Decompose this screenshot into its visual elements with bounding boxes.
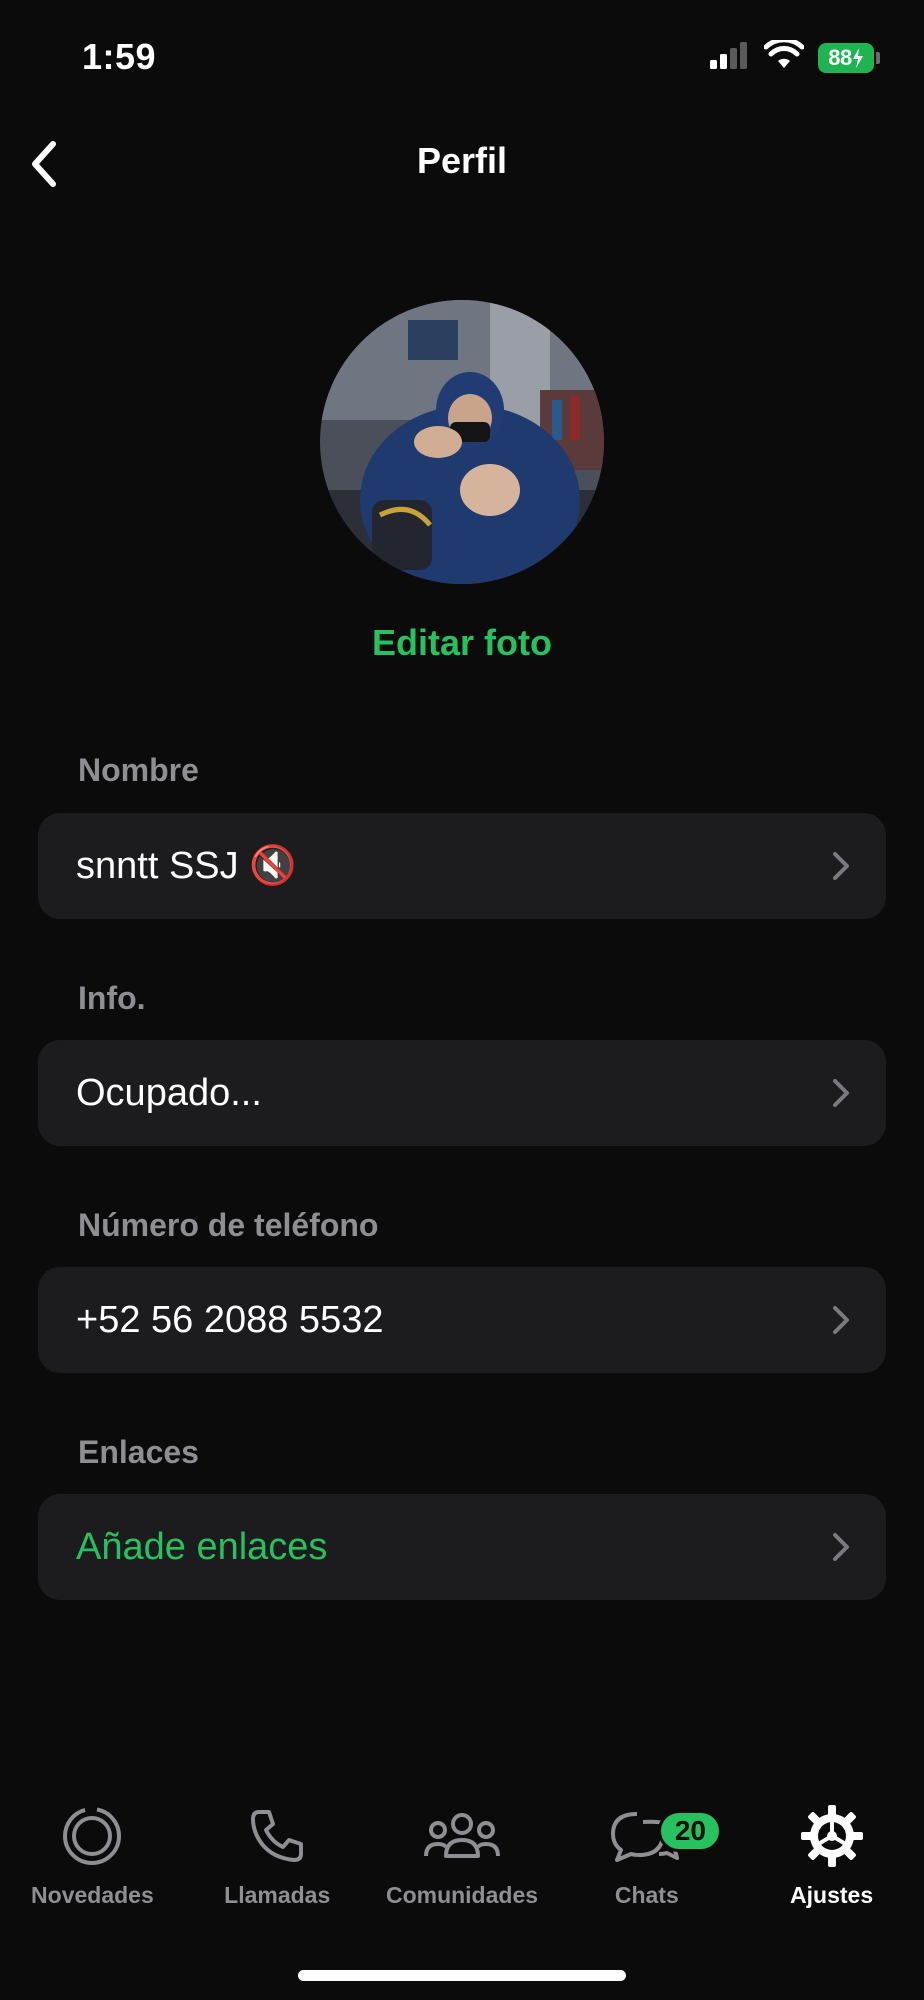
tab-chats[interactable]: Chats 20 [554,1800,739,1920]
edit-photo-button[interactable]: Editar foto [0,622,924,664]
status-indicators: 88 [710,37,880,75]
tab-bar: Novedades Llamadas Comunidades Chats 20 … [0,1800,924,1920]
name-value: snntt SSJ 🔇 [76,845,297,887]
home-indicator[interactable] [298,1970,626,1981]
phone-value: +52 56 2088 5532 [76,1298,384,1341]
status-time: 1:59 [82,36,157,77]
tab-ajustes[interactable]: Ajustes [739,1800,924,1920]
battery-cap [876,51,880,64]
chevron-right-icon [833,1533,849,1561]
chevron-right-icon [833,1079,849,1107]
name-section-label: Nombre [78,752,199,788]
settings-icon [800,1805,863,1867]
communities-icon [423,1813,500,1858]
tab-label: Llamadas [224,1882,331,1908]
info-row[interactable]: Ocupado... [38,1040,886,1146]
wifi-icon [763,37,805,75]
phone-row[interactable]: +52 56 2088 5532 [38,1267,886,1373]
tab-label: Ajustes [790,1882,874,1908]
battery-percent: 88 [828,44,852,70]
cellular-signal-icon [710,41,750,74]
links-section-label: Enlaces [78,1434,199,1470]
status-bar: 1:59 88 [0,0,924,120]
profile-avatar[interactable] [320,300,604,584]
phone-icon [251,1810,304,1862]
tab-novedades[interactable]: Novedades [0,1800,185,1920]
page-title: Perfil [416,140,508,181]
tab-llamadas[interactable]: Llamadas [185,1800,370,1920]
battery-level: 88 [818,42,874,73]
battery-indicator: 88 [818,42,880,73]
links-row[interactable]: Añade enlaces [38,1494,886,1600]
avatar-photo [320,300,604,584]
profile-screen: 1:59 88 Perfil Editar foto Nombre snntt … [0,0,924,2000]
chevron-right-icon [833,1306,849,1334]
nav-header: Perfil [0,120,924,210]
tab-comunidades[interactable]: Comunidades [370,1800,555,1920]
info-value: Ocupado... [76,1071,262,1114]
tab-label: Comunidades [385,1882,539,1908]
charging-bolt-icon [852,47,863,68]
name-row[interactable]: snntt SSJ 🔇 [38,813,886,919]
unread-badge: 20 [658,1810,723,1852]
tab-label: Novedades [31,1882,154,1908]
chevron-right-icon [833,852,849,880]
phone-section-label: Número de teléfono [78,1207,379,1243]
add-links-value: Añade enlaces [76,1525,328,1568]
status-icon [63,1807,122,1865]
info-section-label: Info. [78,980,146,1016]
tab-label: Chats [614,1882,679,1908]
